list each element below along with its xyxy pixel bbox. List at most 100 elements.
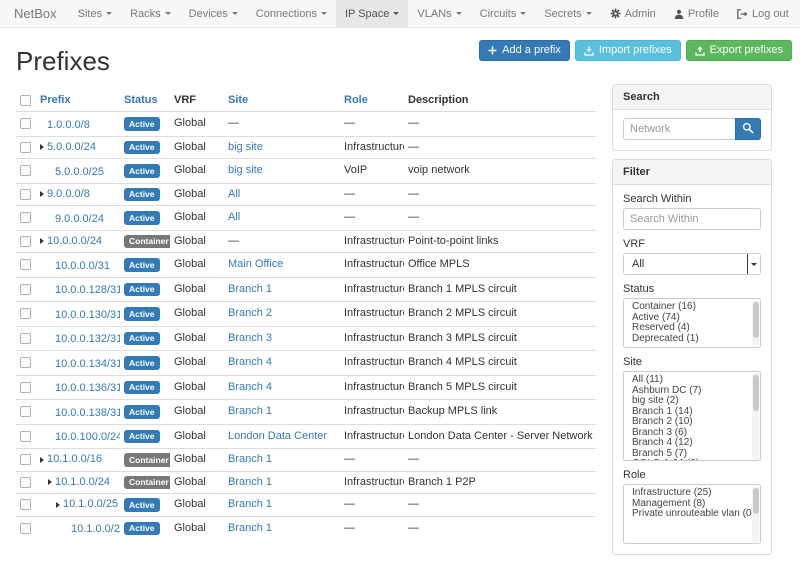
row-checkbox[interactable] (20, 523, 31, 534)
prefix-link[interactable]: 10.0.0.132/31 (55, 333, 120, 346)
import-prefixes-button[interactable]: Import prefixes (575, 40, 681, 61)
row-checkbox[interactable] (20, 406, 31, 417)
site-link[interactable]: Branch 3 (228, 332, 272, 344)
prefix-link[interactable]: 9.0.0.0/8 (47, 188, 90, 201)
prefix-link[interactable]: 10.0.0.138/31 (55, 407, 120, 420)
listbox-option[interactable]: COLO-1-2A (3) (624, 459, 760, 461)
site-link[interactable]: All (228, 211, 240, 223)
row-checkbox[interactable] (20, 165, 31, 176)
prefix-link[interactable]: 9.0.0.0/24 (55, 213, 104, 226)
row-checkbox[interactable] (20, 477, 31, 488)
site-link[interactable]: Branch 1 (228, 453, 272, 465)
status-badge[interactable]: Active (124, 356, 160, 370)
listbox-option[interactable]: Branch 4 (12) (624, 438, 760, 449)
row-checkbox[interactable] (20, 454, 31, 465)
status-badge[interactable]: Active (124, 430, 160, 444)
nav-item-circuits[interactable]: Circuits (471, 0, 536, 27)
site-link[interactable]: Branch 1 (228, 498, 272, 510)
prefix-link[interactable]: 10.0.0.0/24 (47, 235, 102, 248)
site-link[interactable]: big site (228, 141, 263, 153)
listbox-option[interactable]: Infrastructure (25) (624, 488, 760, 499)
filter-listbox-role[interactable]: Infrastructure (25)Management (8)Private… (623, 484, 761, 544)
status-badge[interactable]: Active (124, 211, 160, 225)
status-badge[interactable]: Container (124, 476, 170, 490)
status-badge[interactable]: Active (124, 405, 160, 419)
site-link[interactable]: Main Office (228, 258, 283, 270)
listbox-option[interactable]: All (11) (624, 375, 760, 386)
nav-item-racks[interactable]: Racks (121, 0, 180, 27)
row-checkbox[interactable] (20, 236, 31, 247)
listbox-option[interactable]: Container (16) (624, 302, 760, 313)
row-checkbox[interactable] (20, 333, 31, 344)
row-checkbox[interactable] (20, 499, 31, 510)
row-checkbox[interactable] (20, 308, 31, 319)
add-a-prefix-button[interactable]: Add a prefix (479, 40, 570, 61)
prefix-link[interactable]: 10.0.0.130/31 (55, 309, 120, 322)
search-button[interactable] (735, 118, 761, 140)
listbox-option[interactable]: Deprecated (1) (624, 334, 760, 345)
listbox-option[interactable]: big site (2) (624, 396, 760, 407)
row-checkbox[interactable] (20, 212, 31, 223)
prefix-link[interactable]: 10.1.0.0/16 (47, 453, 102, 466)
nav-item-secrets[interactable]: Secrets (535, 0, 600, 27)
site-link[interactable]: Branch 4 (228, 356, 272, 368)
status-badge[interactable]: Active (124, 498, 160, 512)
row-checkbox[interactable] (20, 431, 31, 442)
site-link[interactable]: Branch 1 (228, 476, 272, 488)
nav-log-out[interactable]: Log out (728, 0, 798, 27)
status-badge[interactable]: Active (124, 283, 160, 297)
listbox-option[interactable]: Reserved (4) (624, 323, 760, 334)
prefix-link[interactable]: 10.0.0.0/31 (55, 260, 110, 273)
status-badge[interactable]: Active (124, 258, 160, 272)
scrollbar-thumb[interactable] (753, 375, 759, 411)
listbox-option[interactable]: Branch 2 (10) (624, 417, 760, 428)
row-checkbox[interactable] (20, 357, 31, 368)
status-badge[interactable]: Active (124, 332, 160, 346)
prefix-link[interactable]: 10.0.0.136/31 (55, 382, 120, 395)
filter-input-search-within[interactable] (623, 208, 761, 230)
nav-item-devices[interactable]: Devices (180, 0, 247, 27)
scrollbar-thumb[interactable] (753, 488, 759, 514)
nav-item-vlans[interactable]: VLANs (408, 0, 470, 27)
nav-profile[interactable]: Profile (665, 0, 728, 27)
nav-item-sites[interactable]: Sites (69, 0, 121, 27)
status-badge[interactable]: Active (124, 117, 160, 131)
status-badge[interactable]: Container (124, 453, 170, 467)
prefix-link[interactable]: 5.0.0.0/25 (55, 166, 104, 179)
prefix-link[interactable]: 10.1.0.0/26 (71, 523, 120, 536)
nav-item-connections[interactable]: Connections (247, 0, 336, 27)
prefix-link[interactable]: 10.0.0.134/31 (55, 358, 120, 371)
row-checkbox[interactable] (20, 259, 31, 270)
prefix-link[interactable]: 10.0.100.0/24 (55, 431, 120, 444)
export-prefixes-button[interactable]: Export prefixes (686, 40, 792, 61)
status-badge[interactable]: Active (124, 141, 160, 155)
site-link[interactable]: Branch 4 (228, 381, 272, 393)
site-link[interactable]: London Data Center (228, 430, 327, 442)
status-badge[interactable]: Active (124, 307, 160, 321)
site-link[interactable]: All (228, 188, 240, 200)
select-all-checkbox[interactable] (20, 95, 31, 106)
row-checkbox[interactable] (20, 284, 31, 295)
row-checkbox[interactable] (20, 142, 31, 153)
row-checkbox[interactable] (20, 118, 31, 129)
nav-admin[interactable]: Admin (601, 0, 665, 27)
filter-select-vrf[interactable]: All (623, 253, 761, 275)
search-input[interactable] (623, 118, 735, 140)
prefix-link[interactable]: 10.1.0.0/25 (63, 498, 118, 511)
prefix-link[interactable]: 1.0.0.0/8 (47, 119, 90, 132)
site-link[interactable]: Branch 1 (228, 522, 272, 534)
prefix-link[interactable]: 5.0.0.0/24 (47, 141, 96, 154)
filter-listbox-site[interactable]: All (11)Ashburn DC (7)big site (2)Branch… (623, 371, 761, 461)
site-link[interactable]: big site (228, 164, 263, 176)
status-badge[interactable]: Active (124, 164, 160, 178)
status-badge[interactable]: Active (124, 381, 160, 395)
prefix-link[interactable]: 10.0.0.128/31 (55, 284, 120, 297)
scrollbar-thumb[interactable] (753, 302, 759, 338)
status-badge[interactable]: Active (124, 522, 160, 536)
status-badge[interactable]: Active (124, 188, 160, 202)
site-link[interactable]: Branch 2 (228, 307, 272, 319)
filter-listbox-status[interactable]: Container (16)Active (74)Reserved (4)Dep… (623, 298, 761, 348)
row-checkbox[interactable] (20, 189, 31, 200)
site-link[interactable]: Branch 1 (228, 283, 272, 295)
row-checkbox[interactable] (20, 382, 31, 393)
